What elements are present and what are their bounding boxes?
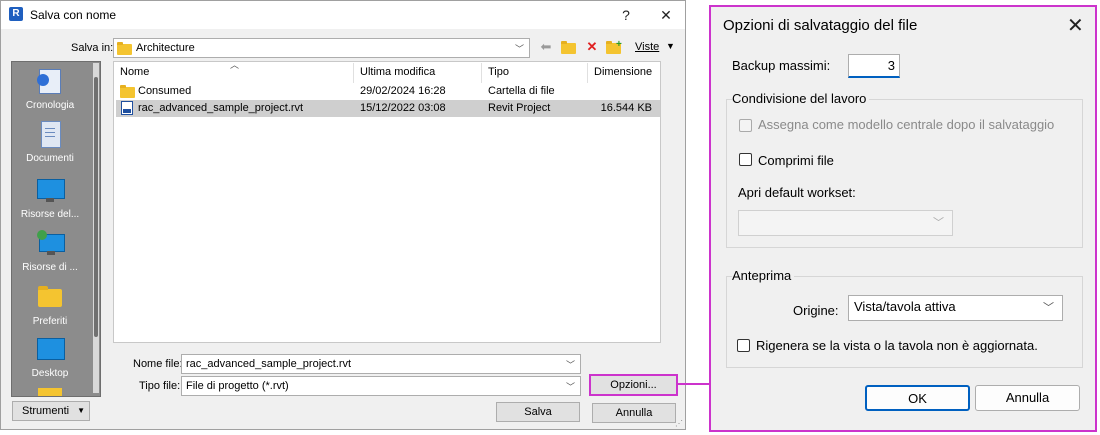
- filename-label: Nome file:: [133, 358, 183, 370]
- place-documenti[interactable]: Documenti: [12, 121, 88, 164]
- computer-icon: [37, 177, 65, 203]
- cancel-button[interactable]: Annulla: [975, 385, 1080, 411]
- filetype-label: Tipo file:: [139, 380, 181, 392]
- delete-icon[interactable]: ✕: [584, 39, 600, 55]
- revit-app-icon: R: [9, 7, 23, 21]
- filetype-value: File di progetto (*.rvt): [186, 380, 289, 392]
- save-options-dialog: Opzioni di salvataggio del file ✕ Backup…: [709, 5, 1097, 432]
- file-type: Revit Project: [488, 102, 551, 114]
- compress-checkbox[interactable]: [739, 153, 752, 166]
- callout-connector: [677, 383, 709, 385]
- places-bar: Cronologia Documenti Risorse del... Riso…: [11, 61, 101, 397]
- filename-input[interactable]: rac_advanced_sample_project.rvt ﹀: [181, 354, 581, 374]
- save-in-label: Salva in:: [71, 42, 114, 54]
- resize-grip-icon[interactable]: ⋰: [675, 419, 683, 428]
- title-bar: R Salva con nome ? ✕: [1, 1, 685, 29]
- save-as-dialog: R Salva con nome ? ✕ Salva in: Architect…: [0, 0, 686, 430]
- place-desktop[interactable]: Desktop: [12, 336, 88, 379]
- column-header-modified[interactable]: Ultima modifica: [354, 63, 482, 83]
- filename-value: rac_advanced_sample_project.rvt: [186, 358, 352, 370]
- place-preferiti[interactable]: Preferiti: [12, 284, 88, 327]
- file-row-selected[interactable]: rac_advanced_sample_project.rvt 15/12/20…: [116, 100, 660, 117]
- favorites-folder-icon: [37, 284, 63, 310]
- file-modified: 29/02/2024 16:28: [360, 85, 446, 97]
- help-button[interactable]: ?: [613, 4, 639, 26]
- regenerate-checkbox[interactable]: [737, 339, 750, 352]
- dropdown-arrow-icon: ▼: [77, 406, 85, 415]
- chevron-down-icon: ﹀: [933, 217, 944, 229]
- file-size: 16.544 KB: [600, 102, 652, 114]
- open-workset-label: Apri default workset:: [738, 185, 856, 200]
- preview-group: [726, 276, 1083, 368]
- file-name: Consumed: [138, 85, 192, 97]
- preview-group-title: Anteprima: [732, 268, 795, 283]
- source-label: Origine:: [793, 303, 839, 318]
- folder-icon: [120, 85, 135, 98]
- regenerate-label: Rigenera se la vista o la tavola non è a…: [756, 338, 1038, 353]
- back-arrow-icon[interactable]: ⬅: [538, 39, 554, 55]
- source-value: Vista/tavola attiva: [854, 299, 956, 314]
- history-icon: [37, 68, 63, 94]
- up-folder-icon[interactable]: [560, 39, 576, 55]
- central-model-checkbox[interactable]: [739, 119, 752, 132]
- folder-icon: [117, 42, 132, 55]
- file-list: ︿ Nome Ultima modifica Tipo Dimensione C…: [113, 60, 661, 343]
- place-risorse-del[interactable]: Risorse del...: [12, 177, 88, 220]
- chevron-down-icon: ﹀: [565, 360, 575, 370]
- dialog-title: Salva con nome: [30, 8, 117, 22]
- file-name: rac_advanced_sample_project.rvt: [138, 102, 304, 114]
- more-folder-icon: [38, 388, 62, 396]
- file-modified: 15/12/2022 03:08: [360, 102, 446, 114]
- place-cronologia[interactable]: Cronologia: [12, 68, 88, 111]
- dialog-title: Opzioni di salvataggio del file: [723, 17, 918, 34]
- worksharing-group-title: Condivisione del lavoro: [732, 91, 870, 106]
- column-header-size[interactable]: Dimensione: [588, 63, 660, 83]
- tools-button[interactable]: Strumenti ▼: [12, 401, 90, 421]
- chevron-down-icon: ﹀: [1043, 302, 1054, 314]
- max-backups-value: 3: [887, 58, 895, 73]
- column-header-name[interactable]: Nome: [114, 63, 354, 83]
- options-button[interactable]: Opzioni...: [589, 374, 678, 396]
- max-backups-input[interactable]: 3: [848, 54, 900, 78]
- close-button[interactable]: ✕: [653, 4, 679, 26]
- network-icon: [37, 230, 65, 256]
- cancel-button[interactable]: Annulla: [592, 403, 676, 423]
- documents-icon: [37, 121, 63, 148]
- central-model-label: Assegna come modello centrale dopo il sa…: [758, 117, 1055, 132]
- compress-label: Comprimi file: [758, 153, 834, 168]
- place-risorse-di[interactable]: Risorse di ...: [12, 230, 88, 273]
- views-menu-button[interactable]: Viste: [635, 41, 659, 53]
- file-row[interactable]: Consumed 29/02/2024 16:28 Cartella di fi…: [116, 83, 660, 100]
- new-folder-icon[interactable]: +: [606, 39, 622, 55]
- desktop-icon: [37, 336, 65, 362]
- save-in-combo[interactable]: Architecture ﹀: [113, 38, 530, 58]
- file-type: Cartella di file: [488, 85, 555, 97]
- filetype-select[interactable]: File di progetto (*.rvt) ﹀: [181, 376, 581, 396]
- save-button[interactable]: Salva: [496, 402, 580, 422]
- chevron-down-icon: ﹀: [514, 44, 524, 54]
- views-dropdown-icon[interactable]: ▼: [666, 41, 675, 51]
- ok-button[interactable]: OK: [865, 385, 970, 411]
- chevron-down-icon: ﹀: [565, 382, 575, 392]
- places-scrollbar-thumb[interactable]: [94, 77, 98, 337]
- close-button[interactable]: ✕: [1067, 13, 1084, 38]
- max-backups-label: Backup massimi:: [732, 58, 831, 73]
- save-in-value: Architecture: [136, 42, 195, 54]
- column-header-type[interactable]: Tipo: [482, 63, 588, 83]
- rvt-file-icon: [121, 101, 133, 115]
- open-workset-select[interactable]: ﹀: [738, 210, 953, 236]
- source-select[interactable]: Vista/tavola attiva ﹀: [848, 295, 1063, 321]
